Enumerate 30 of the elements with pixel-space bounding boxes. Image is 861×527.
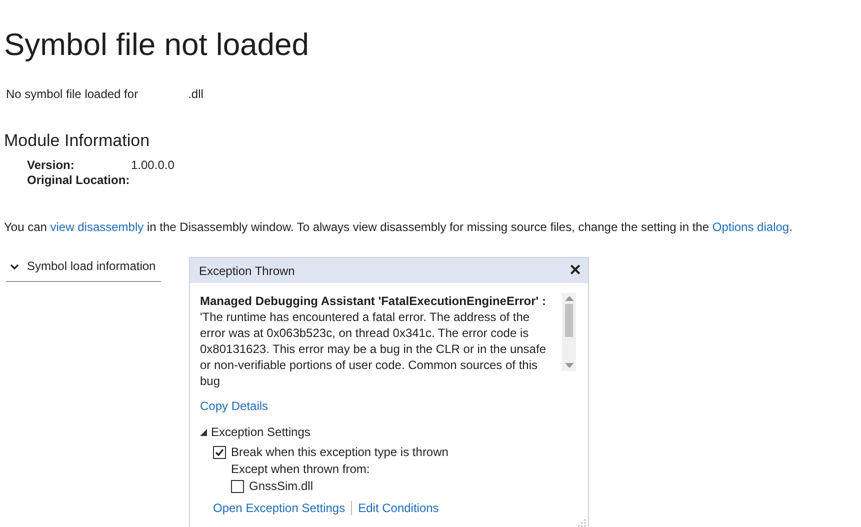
field-label: Version: (27, 158, 76, 173)
subtitle-text: No symbol file loaded for (6, 86, 138, 103)
note-link[interactable]: view disassembly (50, 220, 144, 234)
popup-title: Exception Thrown (199, 262, 295, 280)
field-value: 1.00.0.0 (131, 158, 174, 173)
exception-settings-toggle[interactable]: Exception Settings (200, 423, 310, 441)
field-label: Original Location: (27, 173, 131, 188)
chevron-icon (10, 262, 19, 270)
checkbox[interactable] (231, 480, 244, 493)
section-heading: Module Information (4, 132, 150, 149)
exception-message: Managed Debugging Assistant 'FatalExecutionEngineError' : 'The runtime has encountered a fatal error. The address of the error was at 0x063b523c, on thread 0x341c. The error code is 0x80131623. This error may be a bug in the CLR or in the unsafe or non-verifiable portions of user code. Common sources of this bug (200, 293, 547, 389)
scrollbar[interactable] (562, 293, 576, 371)
disassembly-note: You can view disassembly in the Disassembly window. To always view disassembly for missing source files, change the setting in the Options dialog. (4, 219, 794, 236)
except-label: Except when thrown from: (231, 461, 370, 478)
resize-grip-icon[interactable] (577, 518, 586, 527)
checkbox-label: Break when this exception type is thrown (231, 444, 448, 461)
scroll-down-icon[interactable] (564, 363, 574, 368)
checkbox-label: GnssSim.dll (249, 478, 314, 495)
checkbox[interactable] (213, 446, 226, 459)
settings-link[interactable]: Open Exception Settings (213, 499, 346, 517)
scroll-thumb[interactable] (565, 304, 573, 337)
scroll-up-icon[interactable] (564, 296, 574, 301)
note-link[interactable]: Options dialog (712, 220, 790, 234)
subtitle-suffix: .dll (188, 86, 204, 103)
close-button[interactable]: ✕ (567, 263, 584, 278)
symbol-load-toggle[interactable]: Symbol load information (6, 257, 161, 282)
copy-details-link[interactable]: Copy Details (200, 397, 268, 415)
page-title: Symbol file not loaded (4, 26, 310, 60)
triangle-icon (200, 428, 207, 436)
settings-link[interactable]: Edit Conditions (358, 499, 439, 517)
